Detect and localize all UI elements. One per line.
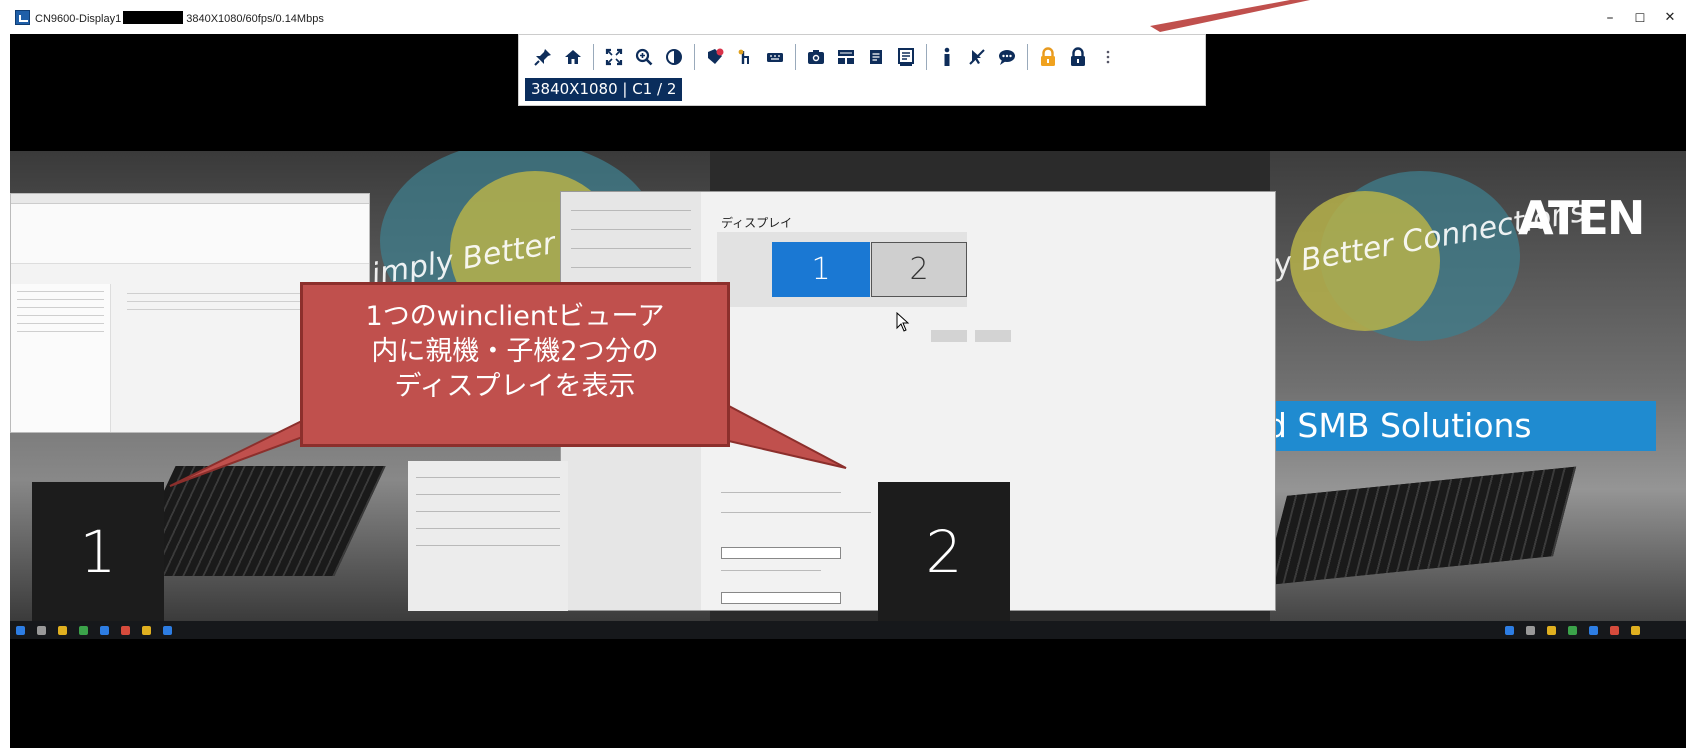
annotation-callout: 1つのwinclientビューア 内に親機・子機2つ分の ディスプレイを表示	[300, 282, 730, 447]
remote-viewer[interactable]: 3840X1080 | C1 / 2 imply Better Con y Be…	[10, 34, 1686, 748]
window-title: CN9600-Display1 3840X1080/60fps/0.14Mbps	[35, 11, 324, 25]
viewer-window: CN9600-Display1 3840X1080/60fps/0.14Mbps …	[0, 0, 1686, 748]
annotation-arrow	[1150, 0, 1310, 32]
callout-line-1: 1つのwinclientビューア	[365, 301, 665, 332]
close-button[interactable]: ✕	[1650, 6, 1686, 30]
app-name: CN9600-Display1	[35, 13, 122, 25]
callout-tails	[169, 394, 847, 487]
redacted-block	[123, 11, 184, 24]
stream-info: 3840X1080/60fps/0.14Mbps	[186, 13, 324, 25]
title-bar: CN9600-Display1 3840X1080/60fps/0.14Mbps …	[0, 0, 1686, 34]
callout-line-2: 内に親機・子機2つ分の	[371, 336, 659, 367]
callout-line-3: ディスプレイを表示	[394, 371, 636, 402]
app-icon	[15, 10, 30, 25]
